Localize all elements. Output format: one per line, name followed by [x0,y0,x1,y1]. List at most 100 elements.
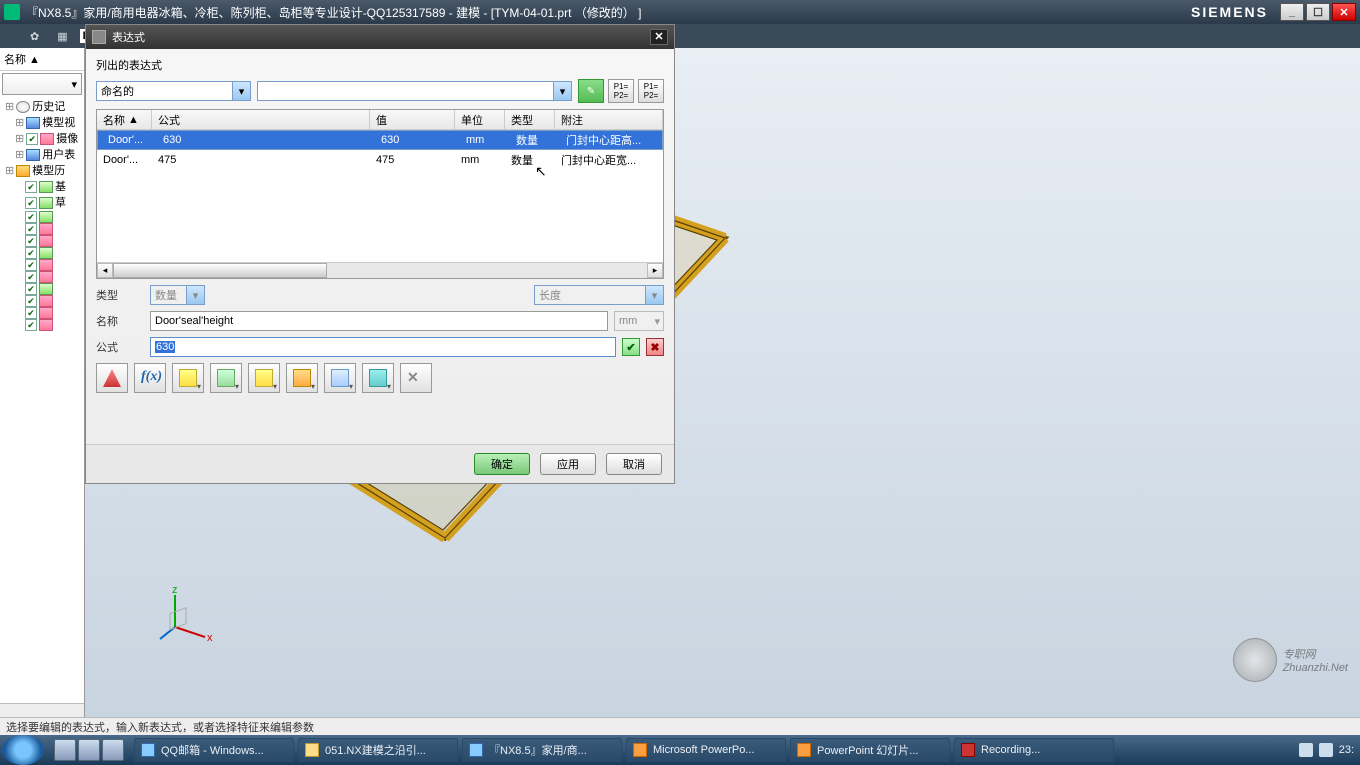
type-select[interactable]: 数量▾ [150,285,205,305]
taskbar-item[interactable]: Recording... [954,738,1114,762]
tree-node[interactable]: ✔ [1,307,83,319]
sort-icon: ▲ [128,114,139,126]
table-row[interactable]: Door'...630630mm数量门封中心距高... [97,130,663,150]
dialog-titlebar[interactable]: 表达式 ✕ [86,25,674,49]
watermark-icon [1233,638,1277,682]
col-formula[interactable]: 公式 [152,110,370,129]
task-label: 051.NX建模之沿引... [325,742,426,758]
task-label: 『NX8.5』家用/商... [489,742,587,758]
ql-media-icon[interactable] [102,739,124,761]
measure-button[interactable] [172,363,204,393]
grid-icon[interactable]: ▦ [51,28,73,45]
tree-node[interactable]: ✔ [1,247,83,259]
col-unit[interactable]: 单位 [455,110,505,129]
tree-node[interactable]: ⊞模型历 [1,163,83,179]
tree-node[interactable]: ⊞历史记 [1,99,83,115]
dimension-select[interactable]: 长度▾ [534,285,664,305]
tree-label: 摄像 [56,131,78,147]
tree-node[interactable]: ✔ [1,295,83,307]
close-button[interactable]: ✕ [1332,3,1356,21]
scroll-right-button[interactable]: ▸ [647,263,663,278]
tree-node[interactable]: ✔草 [1,195,83,211]
edit-icon-button[interactable]: ✎ [578,79,604,103]
restore-button[interactable]: ☐ [1306,3,1330,21]
nav-filter-dropdown[interactable] [2,73,82,95]
expression-dialog: 表达式 ✕ 列出的表达式 命名的 ▾ ▾ ✎ P1= P2= P1= P2= 名… [85,24,675,484]
tree-node[interactable]: ✔基 [1,179,83,195]
checkbox-icon[interactable]: ✔ [25,181,37,193]
status-bar: 选择要编辑的表达式，输入新表达式，或者选择特征来编辑参数 [0,717,1360,735]
reject-button[interactable]: ✖ [646,338,664,356]
status-text: 选择要编辑的表达式，输入新表达式，或者选择特征来编辑参数 [6,722,314,734]
task-icon [961,743,975,757]
table-scrollbar[interactable]: ◂ ▸ [97,262,663,278]
fx-button[interactable]: f(x) [134,363,166,393]
folder-button[interactable] [286,363,318,393]
tree-node[interactable]: ✔ [1,271,83,283]
pink-icon [39,223,53,235]
minimize-button[interactable]: _ [1280,3,1304,21]
tree-node[interactable]: ⊞用户表 [1,147,83,163]
tree-node[interactable]: ✔ [1,259,83,271]
cancel-tool-button[interactable]: ✕ [400,363,432,393]
filter-input[interactable]: ▾ [257,81,572,101]
taskbar: QQ邮箱 - Windows... 051.NX建模之沿引... 『NX8.5』家用… [0,735,1360,765]
ql-explorer-icon[interactable] [78,739,100,761]
clip-button[interactable] [210,363,242,393]
nav-header[interactable]: 名称 ▲ [0,48,84,71]
tree-label: 模型视 [42,115,75,131]
start-button[interactable] [2,735,44,765]
gear-icon [92,30,106,44]
taskbar-item[interactable]: 051.NX建模之沿引... [298,738,458,762]
ql-ie-icon[interactable] [54,739,76,761]
tray-icon[interactable] [1319,743,1333,757]
pink-icon [39,307,53,319]
list-button[interactable] [324,363,356,393]
accept-button[interactable]: ✔ [622,338,640,356]
tree-node[interactable]: ✔ [1,211,83,223]
col-name[interactable]: 名称▲ [97,110,152,129]
taskbar-item[interactable]: 『NX8.5』家用/商... [462,738,622,762]
taskbar-item[interactable]: Microsoft PowerPo... [626,738,786,762]
p1p2-button-a[interactable]: P1= P2= [608,79,634,103]
checkbox-icon[interactable]: ✔ [26,133,38,145]
col-value[interactable]: 值 [370,110,455,129]
quick-launch [54,739,124,761]
checkbox-icon[interactable]: ✔ [25,197,37,209]
task-icon [633,743,647,757]
tree-node[interactable]: ⊞✔摄像 [1,131,83,147]
taskbar-item[interactable]: QQ邮箱 - Windows... [134,738,294,762]
type-label: 类型 [96,287,144,303]
tree-node[interactable]: ⊞模型视 [1,115,83,131]
tree-node[interactable]: ✔ [1,319,83,331]
tree-node[interactable]: ✔ [1,235,83,247]
scroll-left-button[interactable]: ◂ [97,263,113,278]
cancel-button[interactable]: 取消 [606,453,662,475]
taskbar-item[interactable]: PowerPoint 幻灯片... [790,738,950,762]
name-label: 名称 [96,313,144,329]
tree-node[interactable]: ✔ [1,283,83,295]
up-button[interactable] [96,363,128,393]
table-row[interactable]: Door'...475475mm数量门封中心距宽... [97,150,663,170]
unit-select[interactable]: mm [614,311,664,331]
filter-select[interactable]: 命名的 ▾ [96,81,251,101]
tray-icon[interactable] [1299,743,1313,757]
sheet-button[interactable] [362,363,394,393]
scroll-thumb[interactable] [113,263,327,278]
gear-icon[interactable]: ✿ [24,28,45,45]
p1p2-button-b[interactable]: P1= P2= [638,79,664,103]
checkbox-icon[interactable]: ✔ [25,319,37,331]
tree-node[interactable]: ✔ [1,223,83,235]
task-icon [469,743,483,757]
col-type[interactable]: 类型 [505,110,555,129]
param-button[interactable] [248,363,280,393]
nav-scrollbar[interactable] [0,703,84,717]
dialog-close-button[interactable]: ✕ [650,29,668,45]
ok-button[interactable]: 确定 [474,453,530,475]
nav-tree: ⊞历史记⊞模型视⊞✔摄像⊞用户表⊞模型历✔基✔草✔✔✔✔✔✔✔✔✔✔ [0,97,84,333]
formula-input[interactable]: 630 [150,337,616,357]
title-text: 『NX8.5』家用/商用电器冰箱、冷柜、陈列柜、岛柜等专业设计-QQ125317… [26,4,1191,21]
name-input[interactable]: Door'seal'height [150,311,608,331]
col-note[interactable]: 附注 [555,110,663,129]
apply-button[interactable]: 应用 [540,453,596,475]
